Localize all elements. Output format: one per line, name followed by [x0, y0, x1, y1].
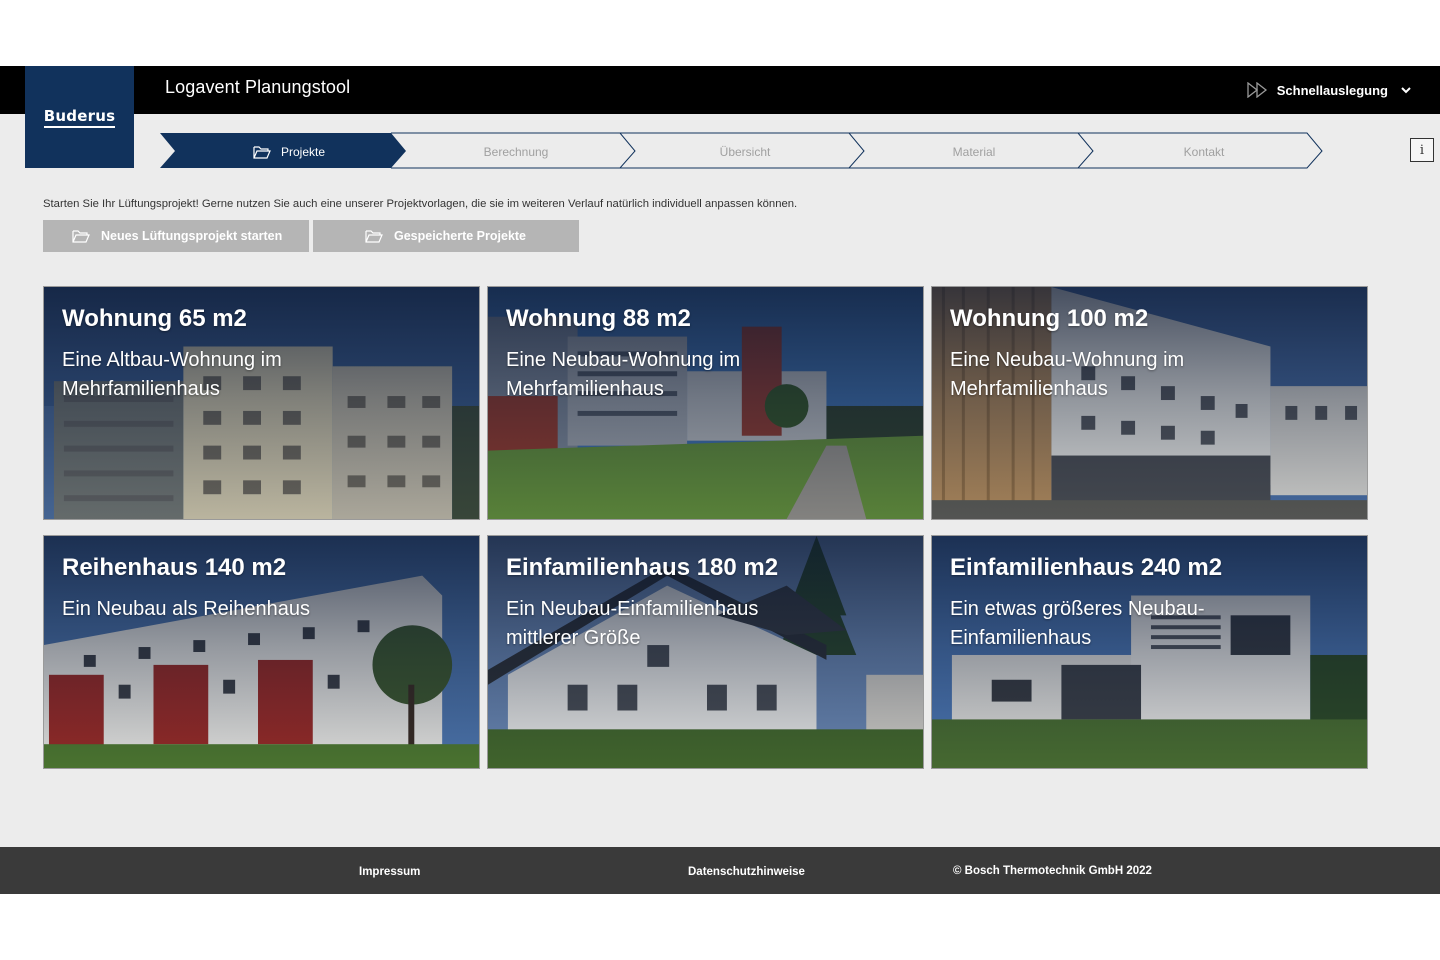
- copyright-text: © Bosch Thermotechnik GmbH 2022: [953, 865, 1152, 877]
- card-subtitle: Eine Altbau-Wohnung im Mehrfamilienhaus: [62, 349, 282, 400]
- saved-projects-button[interactable]: Gespeicherte Projekte: [313, 220, 579, 252]
- folder-icon: [72, 230, 90, 243]
- main-area: Projekte Berechnung Übersicht Material K…: [0, 114, 1440, 847]
- folder-open-icon: [253, 146, 271, 159]
- tab-uebersicht[interactable]: Übersicht: [720, 145, 771, 159]
- tab-material[interactable]: Material: [953, 145, 996, 159]
- card-subtitle: Eine Neubau-Wohnung im Mehrfamilienhaus: [950, 349, 1185, 400]
- template-card-wohnung-100[interactable]: Wohnung 100 m2 Eine Neubau-Wohnung im Me…: [931, 286, 1368, 520]
- card-title: Wohnung 88 m2: [506, 305, 691, 332]
- card-subtitle: Ein etwas größeres Neubau-Einfamilienhau…: [950, 598, 1205, 649]
- new-project-label: Neues Lüftungsprojekt starten: [101, 229, 283, 243]
- card-title: Einfamilienhaus 180 m2: [506, 554, 779, 581]
- card-subtitle: Ein Neubau als Reihenhaus: [62, 598, 310, 620]
- app-title: Logavent Planungstool: [165, 77, 351, 97]
- impressum-link[interactable]: Impressum: [359, 866, 420, 878]
- logo-text: Buderus: [43, 107, 116, 128]
- new-project-button[interactable]: Neues Lüftungsprojekt starten: [43, 220, 309, 252]
- tab-projekte[interactable]: Projekte: [253, 145, 325, 159]
- template-card-reihenhaus-140[interactable]: Reihenhaus 140 m2 Ein Neubau als Reihenh…: [43, 535, 480, 769]
- card-title: Wohnung 100 m2: [950, 305, 1149, 332]
- card-title: Wohnung 65 m2: [62, 305, 247, 332]
- tab-label: Projekte: [280, 145, 326, 159]
- chevron-down-icon: [1401, 87, 1411, 94]
- template-card-wohnung-65[interactable]: Wohnung 65 m2 Eine Altbau-Wohnung im Meh…: [43, 286, 480, 520]
- privacy-link[interactable]: Datenschutzhinweise: [688, 866, 805, 878]
- template-card-einfamilienhaus-240[interactable]: Einfamilienhaus 240 m2 Ein etwas größere…: [931, 535, 1368, 769]
- step-navigation: Projekte Berechnung Übersicht Material K…: [0, 114, 1440, 174]
- stepper-shapes: [160, 132, 1323, 169]
- intro-text: Starten Sie Ihr Lüftungsprojekt! Gerne n…: [43, 198, 798, 210]
- quick-design-label: Schnellauslegung: [1276, 82, 1388, 98]
- buderus-logo[interactable]: Buderus: [25, 66, 134, 168]
- card-subtitle: Ein Neubau-Einfamilienhaus mittlerer Grö…: [506, 598, 759, 649]
- template-card-einfamilienhaus-180[interactable]: Einfamilienhaus 180 m2 Ein Neubau-Einfam…: [487, 535, 924, 769]
- quick-design-menu[interactable]: Schnellauslegung: [1247, 79, 1412, 101]
- tab-berechnung[interactable]: Berechnung: [484, 145, 549, 159]
- card-subtitle: Eine Neubau-Wohnung im Mehrfamilienhaus: [506, 349, 741, 400]
- tab-kontakt[interactable]: Kontakt: [1184, 145, 1225, 159]
- footer: Impressum Datenschutzhinweise © Bosch Th…: [0, 847, 1440, 894]
- info-button[interactable]: i: [1410, 138, 1434, 162]
- card-title: Reihenhaus 140 m2: [62, 554, 287, 581]
- top-bar: Logavent Planungstool Schnellauslegung: [0, 66, 1440, 114]
- saved-projects-label: Gespeicherte Projekte: [394, 229, 527, 243]
- card-title: Einfamilienhaus 240 m2: [950, 554, 1223, 581]
- fast-forward-icon: [1247, 82, 1267, 98]
- template-card-wohnung-88[interactable]: Wohnung 88 m2 Eine Neubau-Wohnung im Meh…: [487, 286, 924, 520]
- folder-icon: [365, 230, 383, 243]
